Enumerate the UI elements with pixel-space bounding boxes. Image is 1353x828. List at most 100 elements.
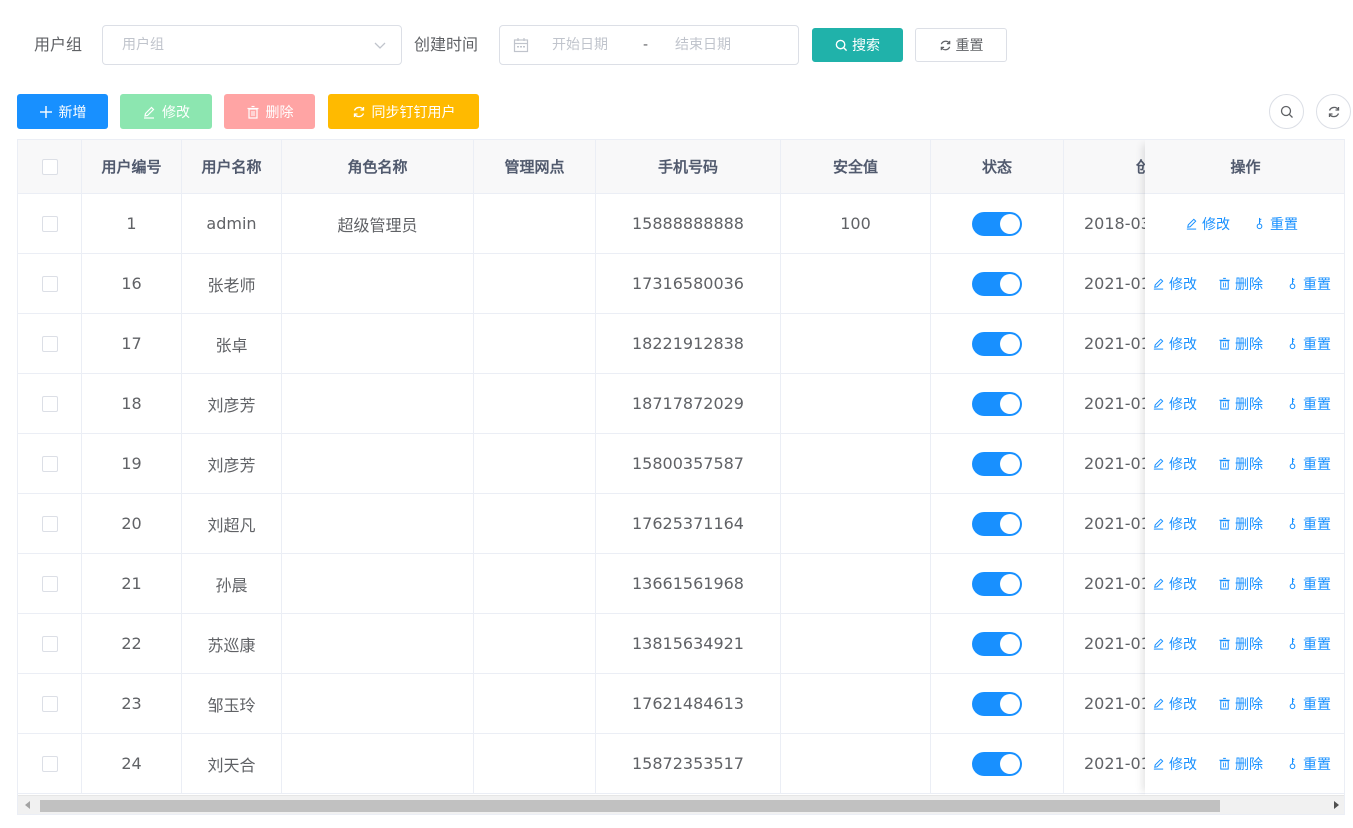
start-date-input[interactable]: 开始日期 [552,26,608,64]
row-reset-link[interactable]: 重置 [1286,254,1331,313]
row-checkbox[interactable] [41,635,58,652]
row-delete-link[interactable]: 删除 [1218,314,1263,373]
row-reset-link[interactable]: 重置 [1286,434,1331,493]
row-checkbox[interactable] [41,335,58,352]
header-name[interactable]: 用户名称 [182,140,282,193]
row-delete-label: 删除 [1235,396,1263,413]
row-edit-link[interactable]: 修改 [1152,254,1197,313]
row-checkbox[interactable] [41,275,58,292]
header-status[interactable]: 状态 [931,140,1064,193]
scroll-left-arrow[interactable] [25,801,30,809]
row-reset-link[interactable]: 重置 [1286,734,1331,793]
row-edit-link[interactable]: 修改 [1152,674,1197,733]
row-reset-link[interactable]: 重置 [1253,194,1298,253]
header-site[interactable]: 管理网点 [474,140,596,193]
row-select-cell [18,194,82,253]
end-date-input[interactable]: 结束日期 [675,26,731,64]
row-reset-link[interactable]: 重置 [1286,674,1331,733]
cell-role [282,494,474,553]
toggle-search-button[interactable] [1269,94,1304,129]
status-switch[interactable] [972,691,1022,716]
row-delete-link[interactable]: 删除 [1218,614,1263,673]
cell-phone: 18221912838 [596,314,781,373]
edit-icon [1153,398,1164,410]
row-delete-label: 删除 [1235,576,1263,593]
cell-role [282,254,474,313]
row-delete-link[interactable]: 删除 [1218,734,1263,793]
header-phone[interactable]: 手机号码 [596,140,781,193]
reset-button[interactable]: 重置 [915,28,1007,62]
status-switch[interactable] [972,451,1022,476]
status-switch[interactable] [972,391,1022,416]
status-switch[interactable] [972,331,1022,356]
add-button[interactable]: 新增 [17,94,108,129]
ops-row: 修改 删除 重置 [1145,314,1344,374]
user-group-select[interactable]: 用户组 [102,25,402,65]
row-checkbox[interactable] [41,755,58,772]
user-group-placeholder: 用户组 [122,37,164,53]
row-checkbox[interactable] [41,455,58,472]
refresh-button[interactable] [1316,94,1351,129]
row-checkbox[interactable] [41,575,58,592]
row-delete-link[interactable]: 删除 [1218,554,1263,613]
status-switch[interactable] [972,751,1022,776]
row-edit-link[interactable]: 修改 [1152,614,1197,673]
row-delete-link[interactable]: 删除 [1218,674,1263,733]
cell-role [282,734,474,793]
cell-id: 18 [82,374,182,433]
status-switch[interactable] [972,511,1022,536]
row-delete-link[interactable]: 删除 [1218,494,1263,553]
row-edit-link[interactable]: 修改 [1152,314,1197,373]
cell-id: 19 [82,434,182,493]
header-role[interactable]: 角色名称 [282,140,474,193]
row-delete-link[interactable]: 删除 [1218,374,1263,433]
delete-button[interactable]: 删除 [224,94,315,129]
row-edit-link[interactable]: 修改 [1185,194,1230,253]
row-reset-link[interactable]: 重置 [1286,614,1331,673]
row-edit-label: 修改 [1169,516,1197,533]
cell-security [781,314,931,373]
trash-icon [1219,517,1230,530]
row-edit-link[interactable]: 修改 [1152,554,1197,613]
status-switch[interactable] [972,631,1022,656]
delete-button-label: 删除 [265,104,294,121]
row-checkbox[interactable] [41,695,58,712]
row-edit-link[interactable]: 修改 [1152,374,1197,433]
date-range-picker[interactable]: 开始日期 - 结束日期 [499,25,799,65]
horizontal-scrollbar[interactable] [18,795,1344,814]
cell-role [282,554,474,613]
row-checkbox[interactable] [41,395,58,412]
row-reset-link[interactable]: 重置 [1286,494,1331,553]
status-switch[interactable] [972,271,1022,296]
cell-status [931,374,1064,433]
status-switch[interactable] [972,571,1022,596]
row-edit-link[interactable]: 修改 [1152,734,1197,793]
row-reset-link[interactable]: 重置 [1286,554,1331,613]
search-button[interactable]: 搜索 [812,28,903,62]
row-edit-label: 修改 [1169,276,1197,293]
status-switch[interactable] [972,211,1022,236]
row-reset-link[interactable]: 重置 [1286,374,1331,433]
header-id[interactable]: 用户编号 [82,140,182,193]
row-checkbox[interactable] [41,215,58,232]
row-delete-link[interactable]: 删除 [1218,434,1263,493]
row-delete-link[interactable]: 删除 [1218,254,1263,313]
row-edit-link[interactable]: 修改 [1152,494,1197,553]
row-delete-label: 删除 [1235,456,1263,473]
row-checkbox[interactable] [41,515,58,532]
row-edit-label: 修改 [1169,696,1197,713]
scrollbar-thumb[interactable] [40,800,1220,812]
ops-row: 修改 删除 重置 [1145,614,1344,674]
scroll-right-arrow[interactable] [1334,801,1339,809]
row-reset-link[interactable]: 重置 [1286,314,1331,373]
header-security[interactable]: 安全值 [781,140,931,193]
select-all-checkbox[interactable] [41,158,58,175]
sync-dingtalk-button[interactable]: 同步钉钉用户 [328,94,479,129]
header-ops: 操作 [1145,140,1344,194]
refresh-icon [1328,106,1339,117]
cell-id: 22 [82,614,182,673]
cell-status [931,674,1064,733]
edit-button[interactable]: 修改 [120,94,212,129]
cell-status [931,314,1064,373]
row-edit-link[interactable]: 修改 [1152,434,1197,493]
